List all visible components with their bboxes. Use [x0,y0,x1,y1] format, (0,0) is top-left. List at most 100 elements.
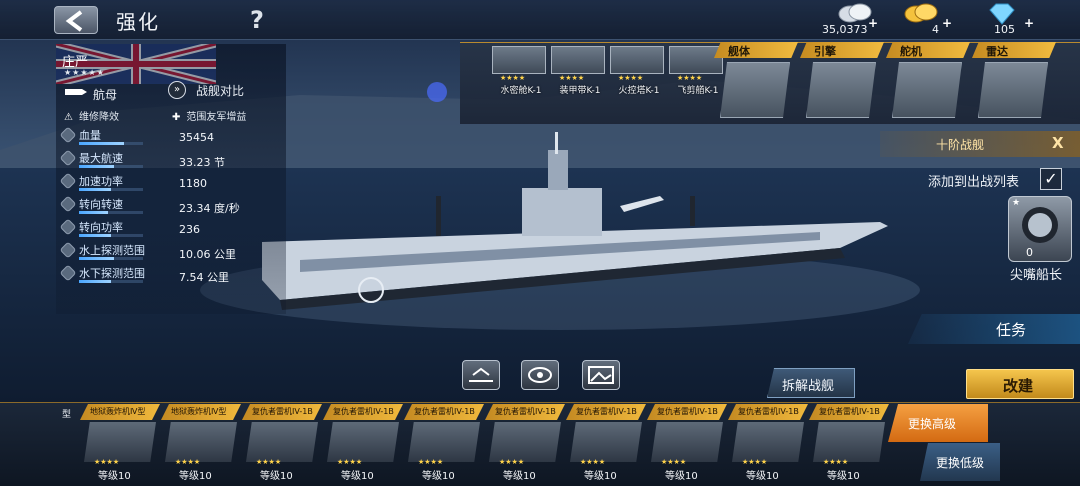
aircraft-name: 复仇者雷机IV-1B [252,407,313,416]
compare-label: 战舰对比 [196,84,245,98]
stat-row: 水下探测范围 7.54 公里 [59,264,292,291]
aircraft-card[interactable]: 地狱轰炸机Ⅳ型 ★★★★ 等级10 [161,404,241,482]
aircraft-card[interactable]: 地狱轰炸机Ⅳ型 ★★★★ 等级10 [80,404,160,482]
equipment-thumbnail [492,46,546,74]
aircraft-name: 复仇者雷机IV-1B [495,407,556,416]
aircraft-level: 等级10 [422,471,455,482]
airplane-icon [408,422,480,462]
aircraft-level: 等级10 [179,471,212,482]
back-button[interactable] [54,6,98,34]
aircraft-card[interactable]: 复仇者雷机IV-1B ★★★★ 等级10 [647,404,727,482]
stat-name: 加速功率 [79,175,123,188]
part-tab-header [714,42,798,58]
silver-resource[interactable]: 35,0373 + [822,2,882,40]
ship-compare-button[interactable]: » 战舰对比 [168,81,288,101]
part-tab-radar[interactable]: 雷达 [972,42,1056,124]
stat-name: 水下探测范围 [79,267,145,280]
close-icon[interactable]: X [1052,134,1064,152]
stat-bar-fill [79,257,115,260]
add-to-fleet-checkbox[interactable]: ✓ [1040,168,1062,190]
engine-icon [806,62,876,118]
add-to-fleet-label: 添加到出战列表 [928,175,1020,190]
swap-high-label: 更换高级 [908,417,957,431]
perk-repair: ⚠ 维修降效 [64,112,119,123]
stat-icon [59,264,77,282]
aircraft-stars: ★★★★ [256,458,282,466]
aircraft-stars: ★★★★ [580,458,606,466]
equipment-stars: ★★★★ [559,74,585,82]
add-silver-icon[interactable]: + [868,16,878,30]
aircraft-card[interactable]: 复仇者雷机IV-1B ★★★★ 等级10 [242,404,322,482]
tier-label: 十阶战舰 [936,138,985,152]
aircraft-level: 等级10 [341,471,374,482]
task-button[interactable]: 任务 [908,314,1080,344]
stat-value: 23.34 度/秒 [179,202,240,215]
carrier-type-icon [65,89,87,95]
stat-value: 33.23 节 [179,156,225,169]
part-tab-rudder[interactable]: 舵机 [886,42,970,124]
gold-resource[interactable]: 4 + [902,2,952,40]
stat-icon [59,126,77,144]
swap-low-button[interactable]: 更换低级 [920,443,1000,481]
aircraft-card[interactable]: 复仇者雷机IV-1B ★★★★ 等级10 [404,404,484,482]
page-title: 强化 [116,10,160,34]
aircraft-level: 等级10 [746,471,779,482]
warning-icon: ⚠ [64,112,73,123]
swap-high-button[interactable]: 更换高级 [888,404,988,442]
equipment-stars: ★★★★ [618,74,644,82]
hull-icon [720,62,790,118]
aircraft-card[interactable]: 复仇者雷机IV-1B ★★★★ 等级10 [728,404,808,482]
aircraft-name: 复仇者雷机IV-1B [414,407,475,416]
dismantle-button[interactable]: 拆解战舰 [767,368,855,398]
share-button[interactable] [462,360,500,390]
refit-button[interactable]: 改建 [966,369,1074,399]
equipment-card[interactable]: ★★★★ 装甲带K-1 [549,46,607,96]
share-icon [469,367,493,382]
stat-value: 7.54 公里 [179,271,229,284]
stat-bar [79,257,143,260]
airplane-icon [570,422,642,462]
dismantle-label: 拆解战舰 [782,379,835,394]
aircraft-stars: ★★★★ [94,458,120,466]
part-tab-engine[interactable]: 引擎 [800,42,884,124]
aircraft-card[interactable]: 复仇者雷机IV-1B ★★★★ 等级10 [485,404,565,482]
stat-icon [59,172,77,190]
stat-name: 转向转速 [79,198,123,211]
help-icon[interactable]: ? [250,6,264,34]
aircraft-name: 复仇者雷机IV-1B [333,407,394,416]
silver-value: 35,0373 [822,23,868,36]
equipment-card[interactable]: ★★★★ 水密舱K-1 [490,46,548,96]
gallery-icon [588,366,614,384]
aircraft-name: 复仇者雷机IV-1B [576,407,637,416]
aircraft-card[interactable]: 复仇者雷机IV-1B ★★★★ 等级10 [809,404,889,482]
add-diamond-icon[interactable]: + [1024,16,1034,30]
aircraft-name: 复仇者雷机IV-1B [657,407,718,416]
stat-bar [79,188,143,191]
part-tab-hull[interactable]: 舰体 [714,42,798,124]
stat-bar [79,280,143,283]
diamond-value: 105 [994,23,1015,36]
task-label: 任务 [996,321,1027,339]
stat-icon [59,241,77,259]
rudder-icon [892,62,962,118]
aircraft-name: 复仇者雷机IV-1B [738,407,799,416]
equipment-card[interactable]: ★★★★ 火控塔K-1 [608,46,666,96]
equipment-name: 火控塔K-1 [618,86,660,96]
aircraft-level: 等级10 [827,471,860,482]
equipment-thumbnail [610,46,664,74]
aircraft-card[interactable]: 复仇者雷机IV-1B ★★★★ 等级10 [566,404,646,482]
stat-bar [79,211,143,214]
stat-bar [79,234,143,237]
aircraft-card[interactable]: 复仇者雷机IV-1B ★★★★ 等级10 [323,404,403,482]
stat-bar-fill [79,165,115,168]
view-button[interactable] [521,360,559,390]
aircraft-level: 等级10 [665,471,698,482]
radar-icon [978,62,1048,118]
add-gold-icon[interactable]: + [942,16,952,30]
gallery-button[interactable] [582,360,620,390]
diamond-resource[interactable]: 105 + [980,2,1040,40]
swap-low-label: 更换低级 [936,456,985,470]
stat-name: 最大航速 [79,152,123,165]
aircraft-stars: ★★★★ [823,458,849,466]
stat-value: 10.06 公里 [179,248,236,261]
